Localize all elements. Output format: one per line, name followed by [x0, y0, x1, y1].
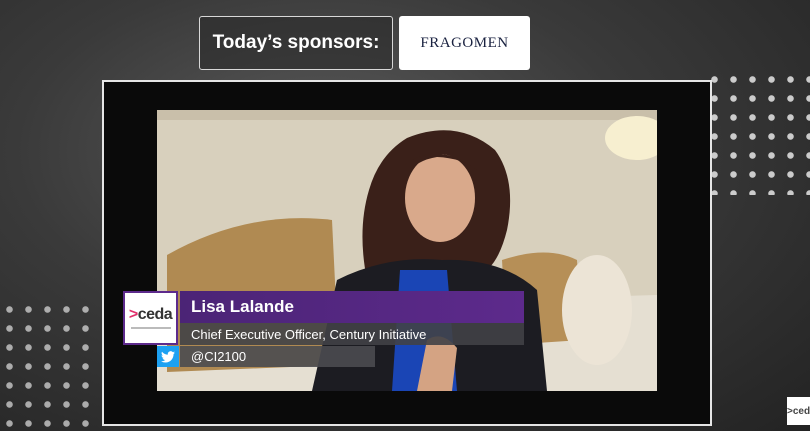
speaker-name-bar: Lisa Lalande	[180, 291, 524, 323]
decorative-dot-pattern	[705, 70, 810, 195]
sponsors-label: Today’s sponsors:	[199, 16, 393, 70]
ceda-corner-logo: >ceda	[787, 397, 810, 425]
sponsor-logo-text: FRAGOMEN	[420, 34, 509, 51]
speaker-name: Lisa Lalande	[191, 297, 294, 316]
speaker-title: Chief Executive Officer, Century Initiat…	[191, 326, 427, 342]
decorative-dot-pattern	[0, 300, 100, 431]
ceda-logo-tagline	[130, 326, 171, 331]
twitter-handle-bar: @CI2100	[180, 346, 375, 367]
twitter-icon	[157, 346, 179, 367]
speaker-title-bar: Chief Executive Officer, Century Initiat…	[180, 323, 524, 345]
ceda-logo-text: ceda	[137, 305, 173, 323]
twitter-bird-icon	[161, 350, 175, 363]
ceda-corner-text: >ceda	[787, 405, 810, 417]
sponsors-label-text: Today’s sponsors:	[212, 32, 380, 53]
twitter-handle: @CI2100	[191, 349, 247, 364]
sponsor-logo: FRAGOMEN	[399, 16, 530, 70]
ceda-logo-arrow: >	[128, 305, 138, 323]
ceda-logo: >ceda	[123, 291, 178, 345]
